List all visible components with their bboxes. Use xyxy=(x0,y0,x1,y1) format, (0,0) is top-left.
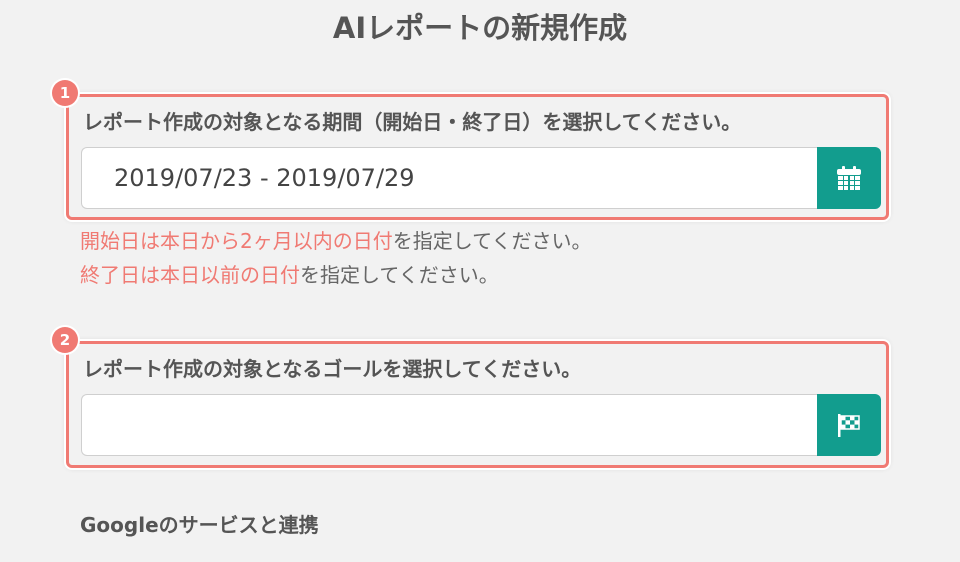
end-date-hint: 終了日は本日以前の日付を指定してください。 xyxy=(80,260,499,290)
date-range-step-box: 1 レポート作成の対象となる期間（開始日・終了日）を選択してください。 2019… xyxy=(52,80,889,220)
date-range-input[interactable]: 2019/07/23 - 2019/07/29 xyxy=(81,147,817,209)
end-date-hint-rest: を指定してください。 xyxy=(300,263,499,287)
step-badge-2: 2 xyxy=(52,327,78,353)
start-date-hint: 開始日は本日から2ヶ月以内の日付を指定してください。 xyxy=(80,226,592,256)
date-range-input-group: 2019/07/23 - 2019/07/29 xyxy=(81,147,881,209)
end-date-hint-emphasis: 終了日は本日以前の日付 xyxy=(80,263,300,287)
calendar-button[interactable] xyxy=(817,147,881,209)
checkered-flag-icon xyxy=(838,414,860,437)
date-range-label: レポート作成の対象となる期間（開始日・終了日）を選択してください。 xyxy=(83,110,742,134)
start-date-hint-emphasis: 開始日は本日から2ヶ月以内の日付 xyxy=(80,229,393,253)
goal-step-box: 2 レポート作成の対象となるゴールを選択してください。 xyxy=(52,327,889,468)
calendar-icon xyxy=(837,166,861,190)
goal-select-button[interactable] xyxy=(817,394,881,456)
google-integration-title: Googleのサービスと連携 xyxy=(80,513,319,537)
page-title: AIレポートの新規作成 xyxy=(332,11,628,45)
goal-input[interactable] xyxy=(81,394,817,456)
goal-label: レポート作成の対象となるゴールを選択してください。 xyxy=(83,357,582,381)
step-badge-1: 1 xyxy=(52,80,78,106)
start-date-hint-rest: を指定してください。 xyxy=(392,229,592,253)
goal-input-group xyxy=(81,394,881,456)
